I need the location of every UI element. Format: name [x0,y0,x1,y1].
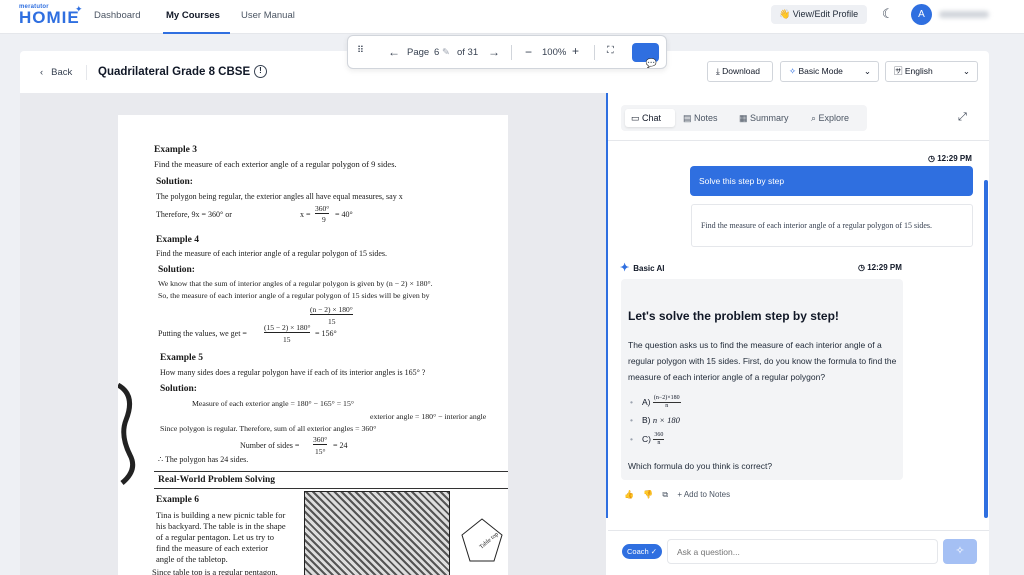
pdf-page: Example 3 Find the measure of each exter… [118,115,508,575]
timestamp: ◷ 12:29 PM [928,154,972,163]
clock-icon: ◷ [858,263,868,272]
scan-artifact [118,382,136,485]
option-b: • B) n × 180 [630,415,680,425]
send-button[interactable]: ✧ [943,539,977,564]
bot-name: ✦ Basic AI [620,262,665,274]
mode-select[interactable]: ✧ Basic Mode ⌄ [780,61,879,82]
zoom-out-icon[interactable]: − [525,45,532,59]
moon-icon[interactable]: ☾ [882,6,894,22]
info-icon[interactable]: ! [254,65,267,78]
chat-bubble-icon: 💬 [645,58,657,68]
expand-icon[interactable]: ⤢ [958,111,967,124]
thumbs-down-icon[interactable]: 👎 [643,490,653,499]
top-nav: meratutor HOMIE ✦ Dashboard My Courses U… [0,0,1024,34]
nav-user-manual[interactable]: User Manual [241,10,295,21]
page-current[interactable]: 6 [434,47,439,58]
next-page-icon[interactable]: → [488,45,500,59]
tab-summary[interactable]: ▦ Summary [733,109,801,127]
tab-notes[interactable]: ▤ Notes [677,109,729,127]
nav-dashboard[interactable]: Dashboard [94,10,140,21]
chevron-down-icon: ⌄ [962,66,970,76]
pencil-icon[interactable]: ✎ [442,47,450,58]
avatar[interactable]: A [911,4,932,25]
page-label: Page [407,47,430,58]
pdf-viewer[interactable]: Example 3 Find the measure of each exter… [20,93,606,575]
logo[interactable]: meratutor HOMIE ✦ [19,4,83,28]
thumbs-up-icon[interactable]: 👍 [624,490,634,499]
drag-handle-icon[interactable]: ⠿ [357,45,364,56]
ask-question-input[interactable] [667,539,938,564]
chat-scrollbar[interactable] [984,180,988,518]
pdf-toolbar: ⠿ ← Page 6 ✎ of 31 → − 100% + ⛶ 💬 [347,35,667,69]
page-title: Quadrilateral Grade 8 CBSE [98,66,251,78]
summary-icon: ▦ [739,113,751,123]
sparkle-icon: ✦ [620,262,630,274]
option-c: • C) 360 n [630,432,665,446]
tab-chat[interactable]: ▭ Chat [625,109,675,127]
chat-tabs: ▭ Chat ▤ Notes ▦ Summary ⌕ Explore [621,105,867,131]
option-a: • A) (n−2)×180 n [630,395,681,409]
notes-icon: ▤ [683,113,695,123]
user-message: Solve this step by step [690,166,973,196]
chevron-down-icon: ⌄ [863,66,871,76]
fit-screen-icon[interactable]: ⛶ [607,45,614,56]
explore-icon: ⌕ [811,113,819,123]
divider [86,65,87,80]
active-tab-indicator [163,32,230,34]
zoom-in-icon[interactable]: + [572,44,579,58]
picnic-table-image [304,491,450,575]
coach-toggle[interactable]: Coach ✓ [622,544,662,559]
download-button[interactable]: ⤓ Download [707,61,773,82]
panel-splitter[interactable] [606,93,608,518]
message-actions: 👍 👎 ⧉ + Add to Notes [624,490,737,500]
copy-icon[interactable]: ⧉ [662,490,668,499]
back-button[interactable]: ‹ Back [40,67,72,78]
timestamp: ◷ 12:29 PM [858,263,902,272]
username-redacted [939,11,989,18]
sparkle-send-icon: ✧ [955,545,965,557]
check-icon: ✓ [650,547,658,556]
nav-my-courses[interactable]: My Courses [166,10,220,21]
sparkle-icon: ✦ [75,4,83,14]
quoted-text: Find the measure of each interior angle … [691,204,973,247]
language-select[interactable]: 🈂 English ⌄ [885,61,978,82]
ai-chat-toggle-button[interactable]: 💬 [632,43,659,68]
chevron-left-icon: ‹ [40,67,44,78]
page-total: of 31 [457,47,479,58]
prev-page-icon[interactable]: ← [388,45,400,59]
chat-icon: ▭ [631,113,643,123]
zoom-level: 100% [542,47,567,58]
clock-icon: ◷ [928,154,938,163]
add-to-notes-button[interactable]: + Add to Notes [677,490,730,499]
bot-message: Let's solve the problem step by step! Th… [621,279,903,480]
translate-icon: 🈂 [894,66,905,76]
view-edit-profile-button[interactable]: 👋 View/Edit Profile [771,5,867,24]
tab-explore[interactable]: ⌕ Explore [805,109,863,127]
